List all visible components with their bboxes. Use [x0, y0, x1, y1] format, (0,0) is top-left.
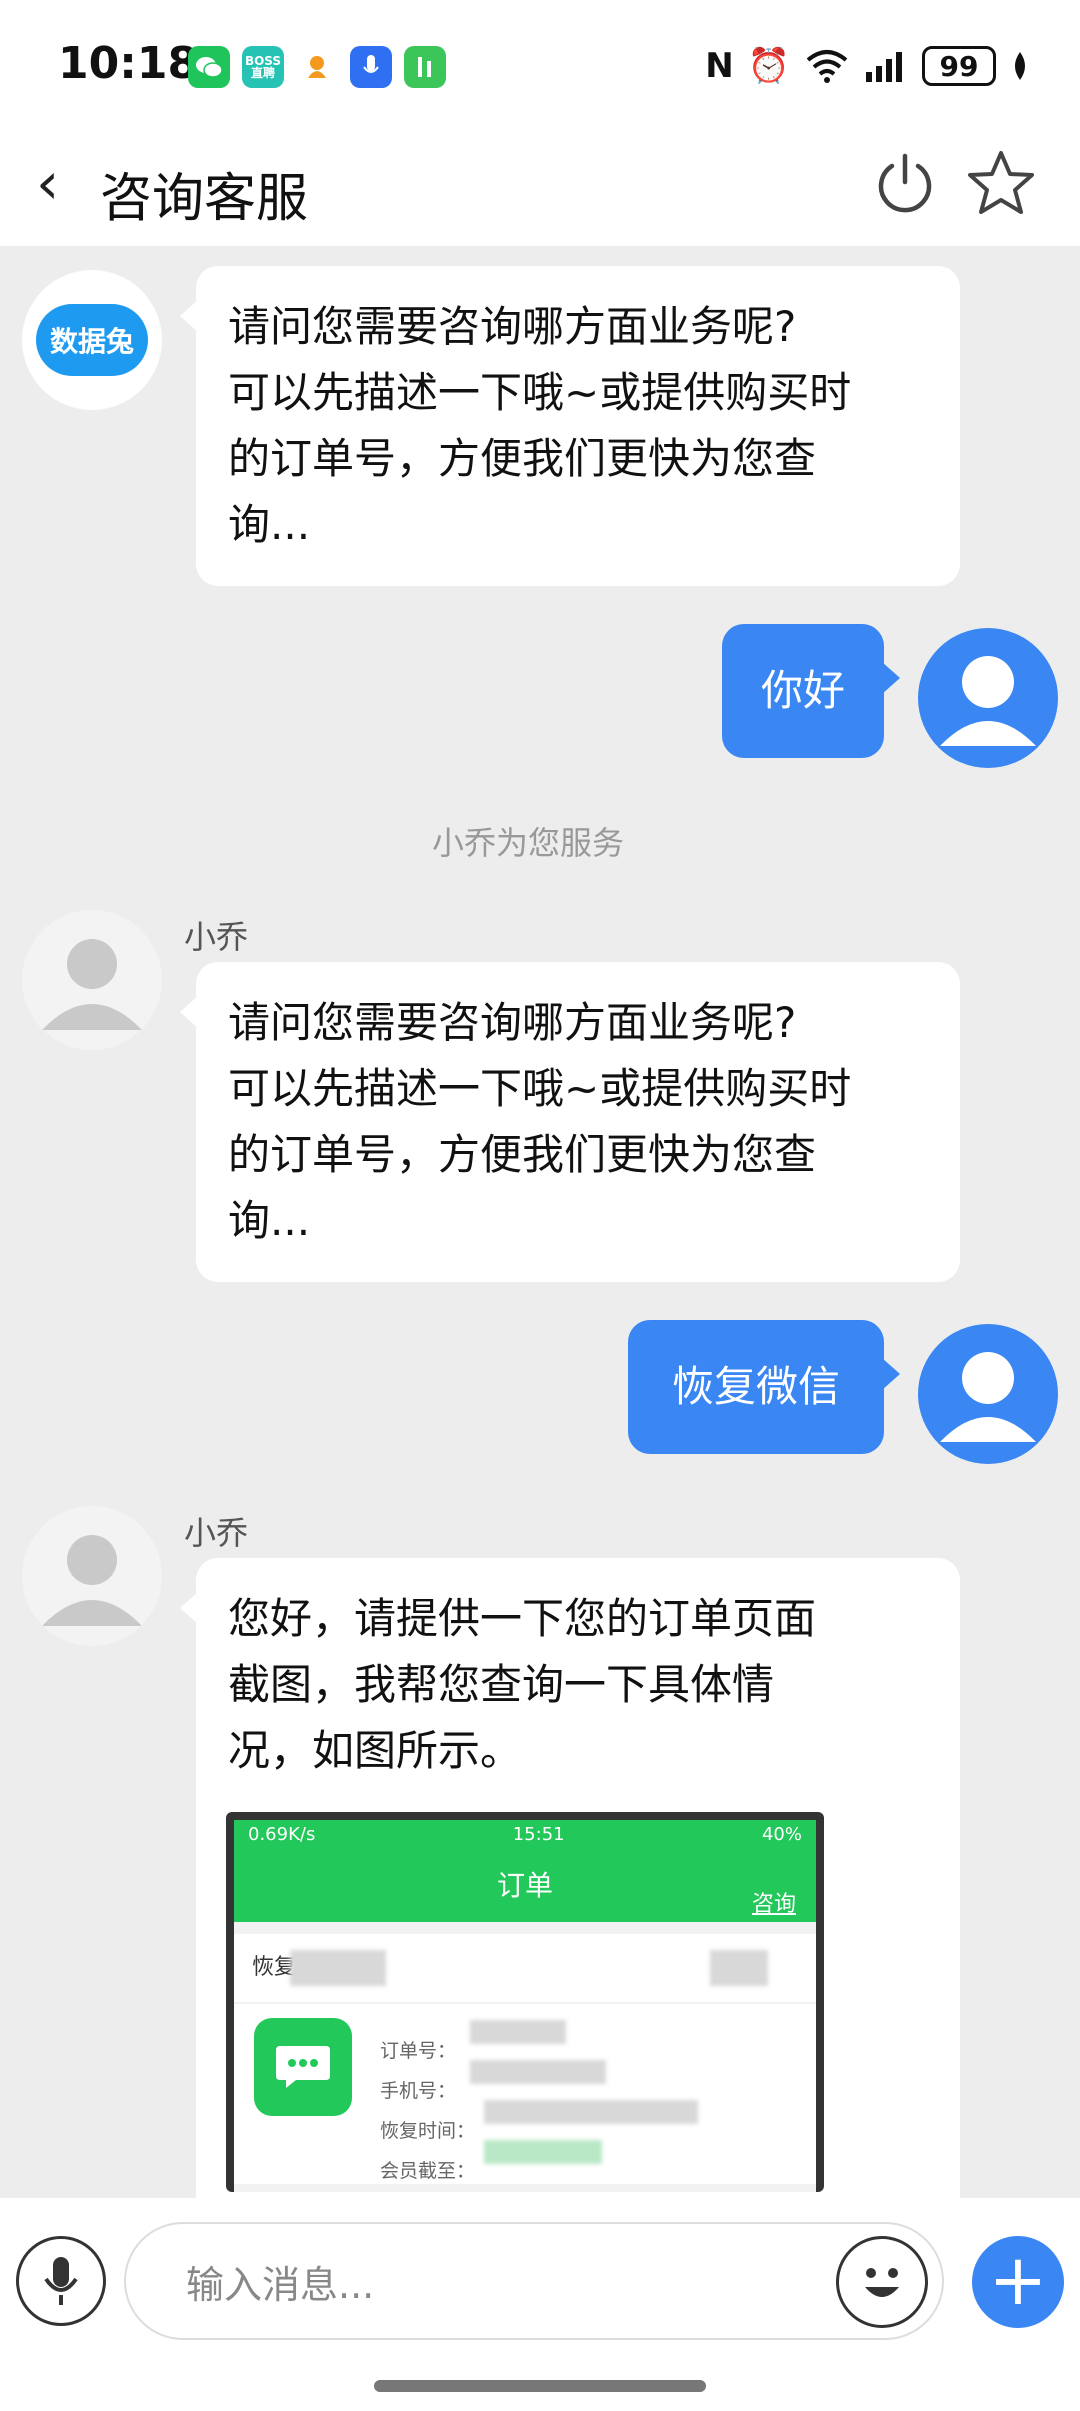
plus-button[interactable]: + [972, 2236, 1064, 2328]
user-message-bubble: 恢复微信 [628, 1320, 900, 1454]
chat-area[interactable]: 数据兔 请问您需要咨询哪方面业务呢? 可以先描述一下哦~或提供购买时 的订单号，… [0, 246, 1080, 2198]
battery-indicator: 99 [922, 46, 996, 86]
example-status-bar: 0.69K/s 15:51 40% [234, 1820, 816, 1850]
agent-avatar [22, 1506, 162, 1646]
blurred-text [290, 1950, 387, 1986]
example-order-screenshot[interactable]: 0.69K/s 15:51 40% 订单 咨询 恢复 订单号： 手机号： 恢复时… [226, 1812, 824, 2192]
example-screenshot-content: 0.69K/s 15:51 40% 订单 咨询 恢复 订单号： 手机号： 恢复时… [234, 1820, 816, 2192]
user-avatar [918, 628, 1058, 768]
bot-avatar: 数据兔 [22, 270, 162, 410]
system-note: 小乔为您服务 [432, 824, 625, 862]
emoji-icon [865, 2268, 899, 2297]
user-avatar [918, 1324, 1058, 1464]
header: ‹ 咨询客服 [0, 130, 1080, 246]
agent-message-bubble: 您好，请提供一下您的订单页面 截图，我帮您查询一下具体情 况，如图所示。 0.6… [180, 1558, 960, 2198]
nfc-icon: N [705, 46, 734, 86]
home-indicator[interactable] [374, 2380, 706, 2392]
agent-message-bubble: 请问您需要咨询哪方面业务呢? 可以先描述一下哦~或提供购买时 的订单号，方便我们… [180, 962, 960, 1282]
message-input[interactable]: 输入消息... [124, 2222, 944, 2340]
microphone-button[interactable] [16, 2236, 106, 2326]
emoji-button[interactable] [836, 2236, 928, 2328]
bot-message-bubble: 请问您需要咨询哪方面业务呢? 可以先描述一下哦~或提供购买时 的订单号，方便我们… [180, 266, 960, 586]
blurred-text [484, 2100, 698, 2124]
message-input-placeholder: 输入消息... [186, 2262, 375, 2307]
bot-logo: 数据兔 [36, 304, 148, 376]
example-consult-link: 咨询 [751, 1892, 796, 1917]
input-bar: 输入消息... + [0, 2198, 1080, 2411]
voice-app-icon [350, 46, 392, 88]
agent-name: 小乔 [184, 1514, 249, 1552]
wifi-icon [806, 50, 848, 83]
boss-app-icon: BOSS 直聘 [242, 46, 284, 88]
orange-app-icon [296, 46, 338, 88]
example-order-card: 订单号： 手机号： 恢复时间： 会员截至： [234, 2004, 816, 2184]
star-icon[interactable] [966, 148, 1036, 218]
power-icon[interactable] [872, 150, 938, 216]
status-bar: 10:18 BOSS 直聘 N ⏰ 99 [0, 0, 1080, 130]
microphone-icon [44, 2257, 78, 2305]
blurred-text [470, 2060, 606, 2084]
agent-name: 小乔 [184, 918, 249, 956]
page-title: 咨询客服 [100, 169, 309, 229]
alarm-icon: ⏰ [747, 46, 790, 86]
signal-icon [866, 52, 902, 82]
blurred-text [710, 1950, 769, 1986]
back-icon[interactable]: ‹ [36, 154, 59, 212]
wechat-app-icon [188, 46, 230, 88]
green-app-icon [404, 46, 446, 88]
status-time: 10:18 [58, 38, 199, 89]
leaf-icon [1015, 52, 1025, 80]
status-indicators: N ⏰ 99 [705, 46, 1030, 86]
blurred-text [484, 2140, 602, 2164]
example-order-row: 恢复 [234, 1934, 816, 2002]
example-title-bar: 订单 咨询 [234, 1850, 816, 1922]
user-message-bubble: 你好 [722, 624, 900, 758]
agent-avatar [22, 910, 162, 1050]
status-app-badges: BOSS 直聘 [188, 46, 446, 88]
message-app-icon [254, 2018, 352, 2116]
blurred-text [470, 2020, 566, 2044]
